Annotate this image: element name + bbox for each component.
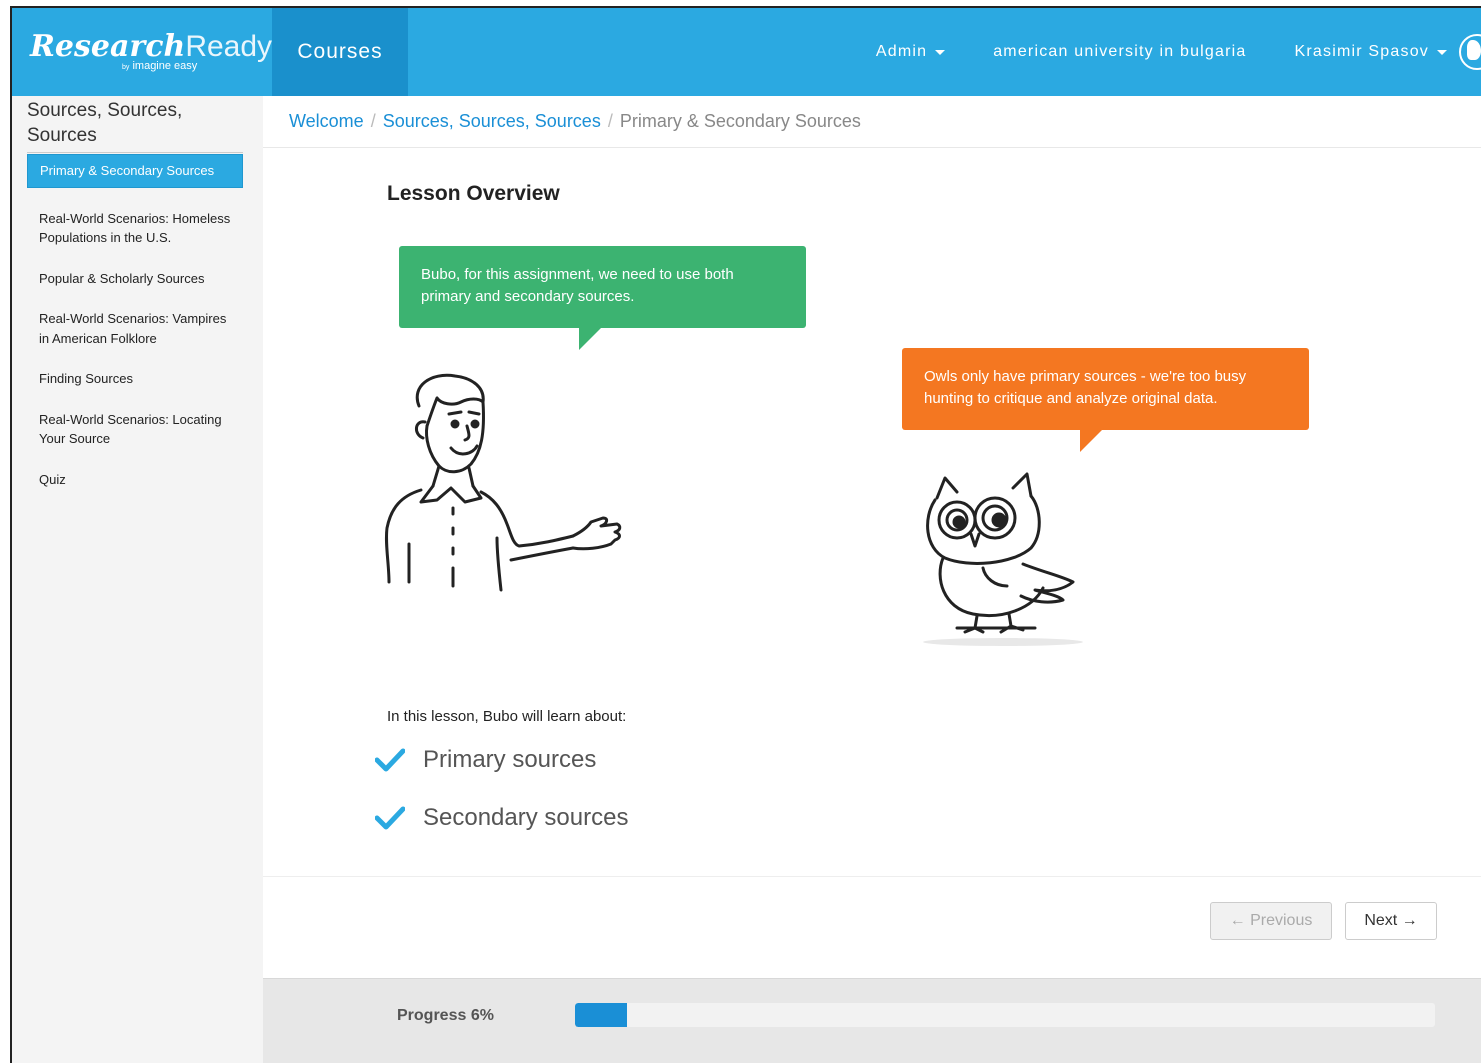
researchready-logo[interactable]: ResearchReady™ by imagine easy	[12, 8, 281, 96]
progress-footer: Progress 6%	[263, 978, 1481, 1063]
lesson-title: Lesson Overview	[387, 182, 560, 205]
previous-button[interactable]: ← Previous	[1210, 902, 1332, 940]
lesson-intro-text: In this lesson, Bubo will learn about:	[387, 708, 627, 725]
speech-bubble-tail	[579, 326, 603, 350]
sidebar: Sources, Sources, Sources Primary & Seco…	[12, 96, 263, 1063]
nav-tab-courses[interactable]: Courses	[272, 8, 408, 96]
sidebar-heading: Sources, Sources, Sources	[27, 98, 243, 153]
institution-link[interactable]: american university in bulgaria	[993, 43, 1246, 61]
logo-ready-text: Ready	[185, 30, 273, 63]
topic-label: Primary sources	[423, 746, 597, 773]
breadcrumb: Welcome / Sources, Sources, Sources / Pr…	[263, 96, 1481, 148]
breadcrumb-section-link[interactable]: Sources, Sources, Sources	[383, 111, 601, 132]
logo-by-text: by	[122, 64, 130, 71]
sidebar-item-finding-sources[interactable]: Finding Sources	[27, 366, 243, 389]
globe-icon[interactable]	[1459, 34, 1481, 70]
speech-bubble-tail	[1080, 428, 1104, 452]
speech-bubble-person: Bubo, for this assignment, we need to us…	[399, 246, 806, 350]
sidebar-item-locating-your-source[interactable]: Real-World Scenarios: Locating Your Sour…	[27, 407, 243, 449]
topic-label: Secondary sources	[423, 804, 629, 831]
user-menu-label: Krasimir Spasov	[1294, 43, 1429, 60]
owl-illustration	[923, 472, 1083, 646]
admin-menu[interactable]: Admin	[875, 43, 946, 61]
nav-right-group: Admin american university in bulgaria Kr…	[828, 8, 1481, 96]
progress-label: Progress 6%	[397, 1007, 494, 1024]
speech-bubble-owl-text: Owls only have primary sources - we're t…	[924, 368, 1247, 407]
breadcrumb-separator: /	[370, 111, 376, 131]
admin-menu-label: Admin	[875, 43, 928, 60]
next-button[interactable]: Next →	[1345, 902, 1437, 940]
nav-tab-courses-label: Courses	[297, 40, 383, 63]
progress-bar-fill	[575, 1003, 627, 1027]
progress-bar	[575, 1003, 1435, 1027]
speech-bubble-person-text: Bubo, for this assignment, we need to us…	[421, 266, 734, 305]
app-window: ResearchReady™ by imagine easy Courses A…	[10, 6, 1481, 1063]
sidebar-item-popular-scholarly-sources[interactable]: Popular & Scholarly Sources	[27, 266, 243, 289]
breadcrumb-separator: /	[607, 111, 613, 131]
logo-research-text: Research	[30, 29, 186, 64]
content-divider	[263, 876, 1481, 877]
checkmark-icon	[375, 806, 405, 830]
caret-down-icon	[935, 49, 946, 55]
sidebar-item-vampires-folklore[interactable]: Real-World Scenarios: Vampires in Americ…	[27, 306, 243, 348]
topic-item: Secondary sources	[375, 804, 628, 832]
sidebar-item-quiz[interactable]: Quiz	[27, 467, 243, 490]
top-navbar: ResearchReady™ by imagine easy Courses A…	[12, 8, 1481, 96]
sidebar-item-primary-secondary-sources[interactable]: Primary & Secondary Sources	[27, 154, 243, 188]
person-illustration	[384, 373, 622, 592]
caret-down-icon	[1437, 49, 1447, 55]
breadcrumb-current: Primary & Secondary Sources	[619, 111, 861, 131]
institution-label: american university in bulgaria	[993, 43, 1247, 60]
sidebar-lesson-list: Primary & Secondary Sources Real-World S…	[27, 154, 243, 507]
checkmark-icon	[375, 748, 405, 772]
topic-item: Primary sources	[375, 746, 596, 774]
breadcrumb-welcome-link[interactable]: Welcome	[289, 111, 364, 132]
speech-bubble-owl: Owls only have primary sources - we're t…	[902, 348, 1309, 452]
sidebar-item-homeless-populations[interactable]: Real-World Scenarios: Homeless Populatio…	[27, 206, 243, 248]
user-menu[interactable]: Krasimir Spasov	[1295, 34, 1481, 70]
